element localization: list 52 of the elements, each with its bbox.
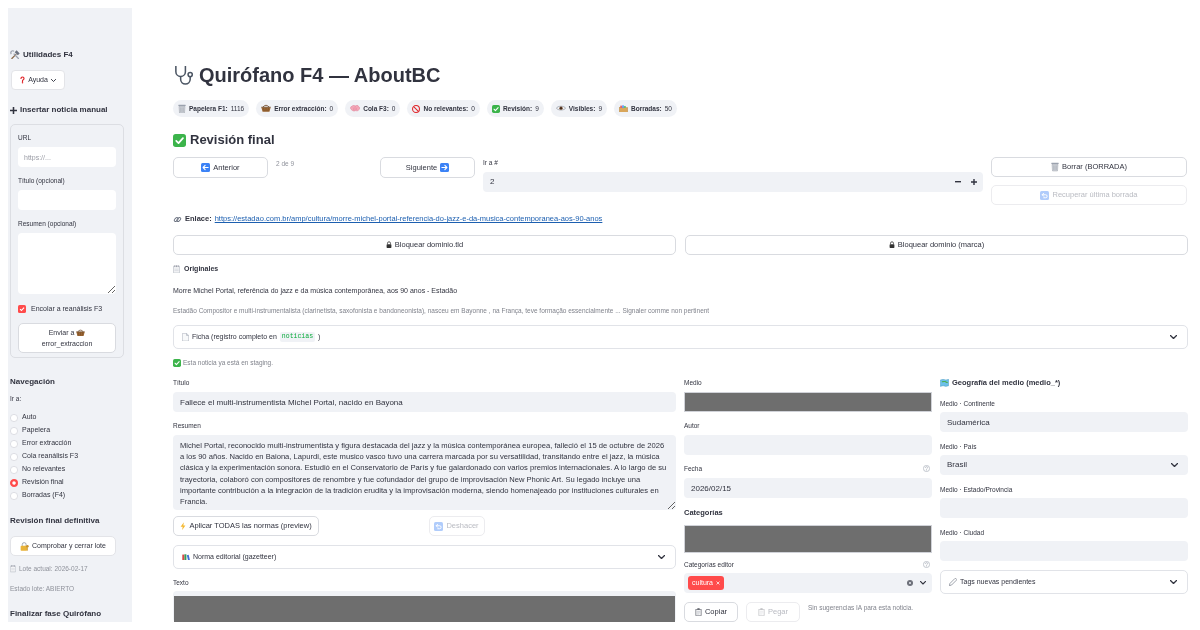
section-heading: Revisión final definitiva	[10, 515, 100, 527]
basket-icon	[76, 328, 86, 337]
question-mark-icon	[20, 76, 26, 84]
lock-key-icon	[20, 541, 30, 551]
brain-icon	[350, 104, 361, 113]
check-mark-icon	[491, 104, 500, 113]
chevron-down-icon	[1171, 462, 1178, 468]
date-field[interactable]: 2026/02/15	[684, 478, 932, 498]
notepad-icon	[173, 264, 180, 274]
check-mark-icon	[173, 133, 186, 147]
lock-icon	[385, 241, 392, 249]
lightning-icon	[180, 521, 187, 531]
remove-icon	[716, 581, 720, 585]
section-heading: Finalizar fase Quirófano	[10, 608, 102, 620]
section-heading: Utilidades F4	[23, 49, 73, 61]
link-icon	[173, 214, 182, 224]
prohibited-icon	[412, 104, 421, 113]
number-field[interactable]: 2	[483, 172, 983, 192]
card-box-icon	[619, 104, 629, 113]
summary-field[interactable]	[18, 233, 116, 294]
minus-icon	[955, 181, 961, 183]
select-field[interactable]: Brasil	[940, 455, 1188, 475]
clipboard-icon	[694, 607, 702, 617]
return-arrow-icon	[1040, 190, 1050, 200]
stethoscope-icon	[173, 64, 194, 86]
plus-icon	[10, 106, 17, 114]
right-arrow-icon	[440, 163, 450, 172]
title-field[interactable]: Fallece el multi-instrumentista Michel Portal, nacido en Bayona	[173, 392, 676, 412]
clear-icon	[907, 580, 913, 586]
map-icon	[940, 379, 949, 387]
basket-icon	[261, 104, 272, 113]
section-heading: Insertar noticia manual	[20, 104, 108, 116]
help-icon	[923, 465, 930, 472]
page-title: Quirófano F4 — AboutBC	[199, 63, 441, 88]
left-arrow-icon	[201, 163, 211, 172]
trash-can-icon	[178, 103, 186, 114]
section-title: Revisión final	[190, 131, 275, 150]
books-icon	[182, 553, 190, 561]
clipboard-icon	[758, 607, 765, 617]
pencil-icon	[949, 578, 957, 586]
help-icon	[923, 561, 930, 568]
section-heading: Navegación	[10, 376, 55, 388]
trash-can-icon	[1051, 162, 1059, 172]
document-icon	[182, 332, 189, 342]
check-mark-icon	[173, 359, 181, 367]
chevron-down-icon	[920, 581, 926, 585]
lock-icon	[888, 241, 895, 249]
eye-icon	[555, 105, 566, 112]
text-field[interactable]: Sudamérica	[940, 412, 1188, 432]
tools-icon	[10, 50, 20, 60]
plus-icon	[971, 179, 977, 185]
return-arrow-icon	[434, 521, 444, 531]
